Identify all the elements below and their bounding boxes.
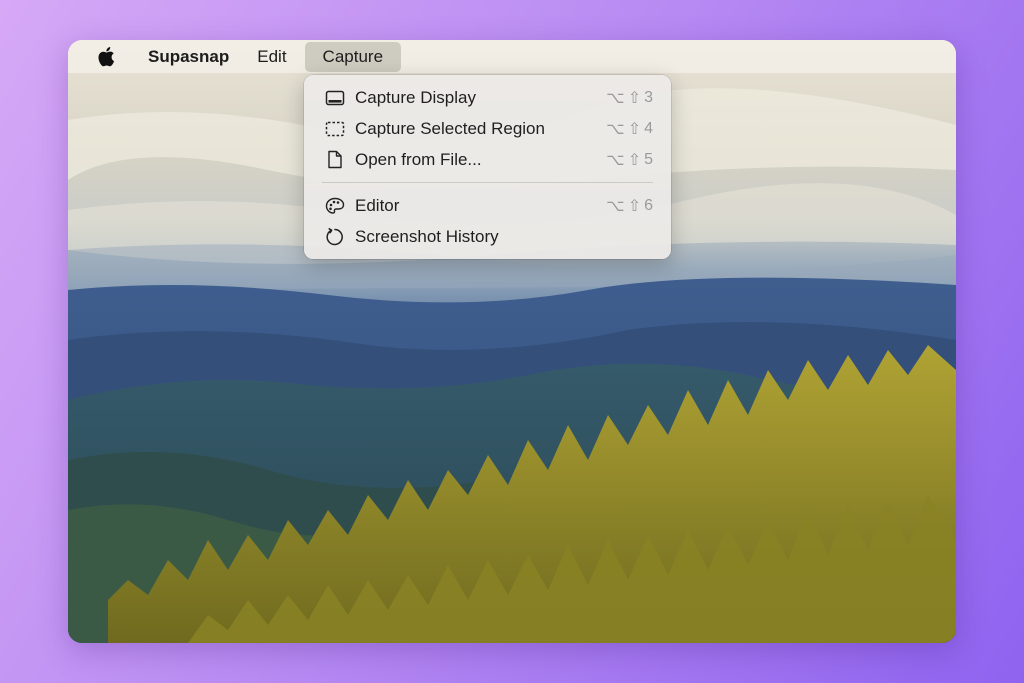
history-icon xyxy=(324,227,346,247)
shift-key-icon: ⇧ xyxy=(627,151,642,169)
desktop-screen: Supasnap Edit Capture Capture Display ⌥ … xyxy=(68,40,956,643)
apple-icon[interactable] xyxy=(92,40,120,73)
menu-separator xyxy=(322,182,653,183)
shortcut-hint: ⌥ ⇧ 6 xyxy=(606,196,653,216)
option-key-icon: ⌥ xyxy=(606,120,625,138)
menu-item-open-file[interactable]: Open from File... ⌥ ⇧ 5 xyxy=(304,144,671,175)
capture-dropdown-menu: Capture Display ⌥ ⇧ 3 Capture Selected R… xyxy=(304,75,671,259)
display-icon xyxy=(324,88,346,108)
region-icon xyxy=(324,119,346,139)
option-key-icon: ⌥ xyxy=(606,197,625,215)
menu-item-label: Screenshot History xyxy=(355,226,499,246)
document-icon xyxy=(324,150,346,170)
option-key-icon: ⌥ xyxy=(606,89,625,107)
menu-item-label: Capture Display xyxy=(355,87,476,107)
shortcut-key: 6 xyxy=(644,196,653,214)
shortcut-key: 4 xyxy=(644,119,653,137)
shift-key-icon: ⇧ xyxy=(627,197,642,215)
menu-item-editor[interactable]: Editor ⌥ ⇧ 6 xyxy=(304,190,671,221)
palette-icon xyxy=(324,196,346,216)
menu-bar: Supasnap Edit Capture xyxy=(68,40,956,73)
shortcut-hint: ⌥ ⇧ 5 xyxy=(606,150,653,170)
shift-key-icon: ⇧ xyxy=(627,89,642,107)
menu-item-label: Capture Selected Region xyxy=(355,118,545,138)
menu-item-label: Editor xyxy=(355,195,400,215)
menu-item-capture-display[interactable]: Capture Display ⌥ ⇧ 3 xyxy=(304,82,671,113)
shortcut-key: 3 xyxy=(644,88,653,106)
shift-key-icon: ⇧ xyxy=(627,120,642,138)
shortcut-hint: ⌥ ⇧ 4 xyxy=(606,119,653,139)
menu-capture[interactable]: Capture xyxy=(304,41,402,72)
menu-item-capture-region[interactable]: Capture Selected Region ⌥ ⇧ 4 xyxy=(304,113,671,144)
menu-app-name[interactable]: Supasnap xyxy=(138,40,239,73)
menu-item-screenshot-history[interactable]: Screenshot History xyxy=(304,221,671,252)
shortcut-key: 5 xyxy=(644,150,653,168)
option-key-icon: ⌥ xyxy=(606,151,625,169)
shortcut-hint: ⌥ ⇧ 3 xyxy=(606,88,653,108)
menu-item-label: Open from File... xyxy=(355,149,482,169)
menu-edit[interactable]: Edit xyxy=(247,40,296,73)
